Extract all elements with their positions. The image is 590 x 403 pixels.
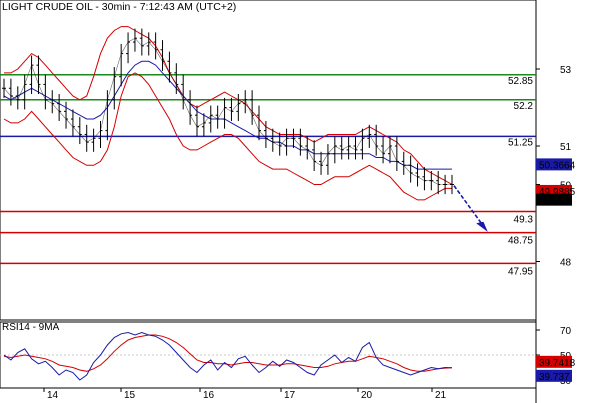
price-chart: 52.8552.251.2549.348.7547.95535150481415… [0, 0, 576, 403]
y-tick-label-51: 51 [560, 142, 572, 153]
y-tick-label-53: 53 [560, 65, 572, 76]
moving-average-line [3, 60, 452, 170]
x-tick-label-21: 21 [435, 390, 447, 401]
chart-title: LIGHT CRUDE OIL - 30min - 7:12:43 AM (UT… [2, 1, 237, 13]
badge-label-ma: 50.3664 [539, 160, 576, 171]
level-label-47.95: 47.95 [508, 266, 533, 277]
x-tick-label-14: 14 [47, 390, 59, 401]
level-label-48.75: 48.75 [508, 236, 533, 247]
badge-label-price: 49.97 [539, 196, 564, 207]
level-label-52.85: 52.85 [508, 76, 533, 87]
y-tick-label-48: 48 [560, 258, 572, 269]
x-tick-label-17: 17 [284, 390, 296, 401]
rsi-line [3, 331, 453, 381]
bollinger-upper-line [4, 26, 453, 185]
x-tick-label-16: 16 [203, 390, 215, 401]
level-label-49.3: 49.3 [514, 214, 534, 225]
rsi-tick-label-70: 70 [560, 326, 572, 337]
forecast-arrow-head [476, 221, 488, 232]
rsi-badge-label-rsi_ma: 39.7418 [539, 358, 576, 369]
rsi-badge-label-rsi: 39.737 [539, 372, 570, 383]
x-tick-label-20: 20 [361, 390, 373, 401]
price-pane-frame [0, 0, 537, 321]
chart-window: 52.8552.251.2549.348.7547.95535150481415… [0, 0, 590, 403]
price-close-line [3, 37, 452, 185]
price-bars [2, 28, 454, 195]
rsi-title: RSI14 - 9MA [2, 322, 60, 333]
x-tick-label-15: 15 [124, 390, 136, 401]
level-label-52.2: 52.2 [514, 101, 534, 112]
level-label-51.25: 51.25 [508, 137, 533, 148]
